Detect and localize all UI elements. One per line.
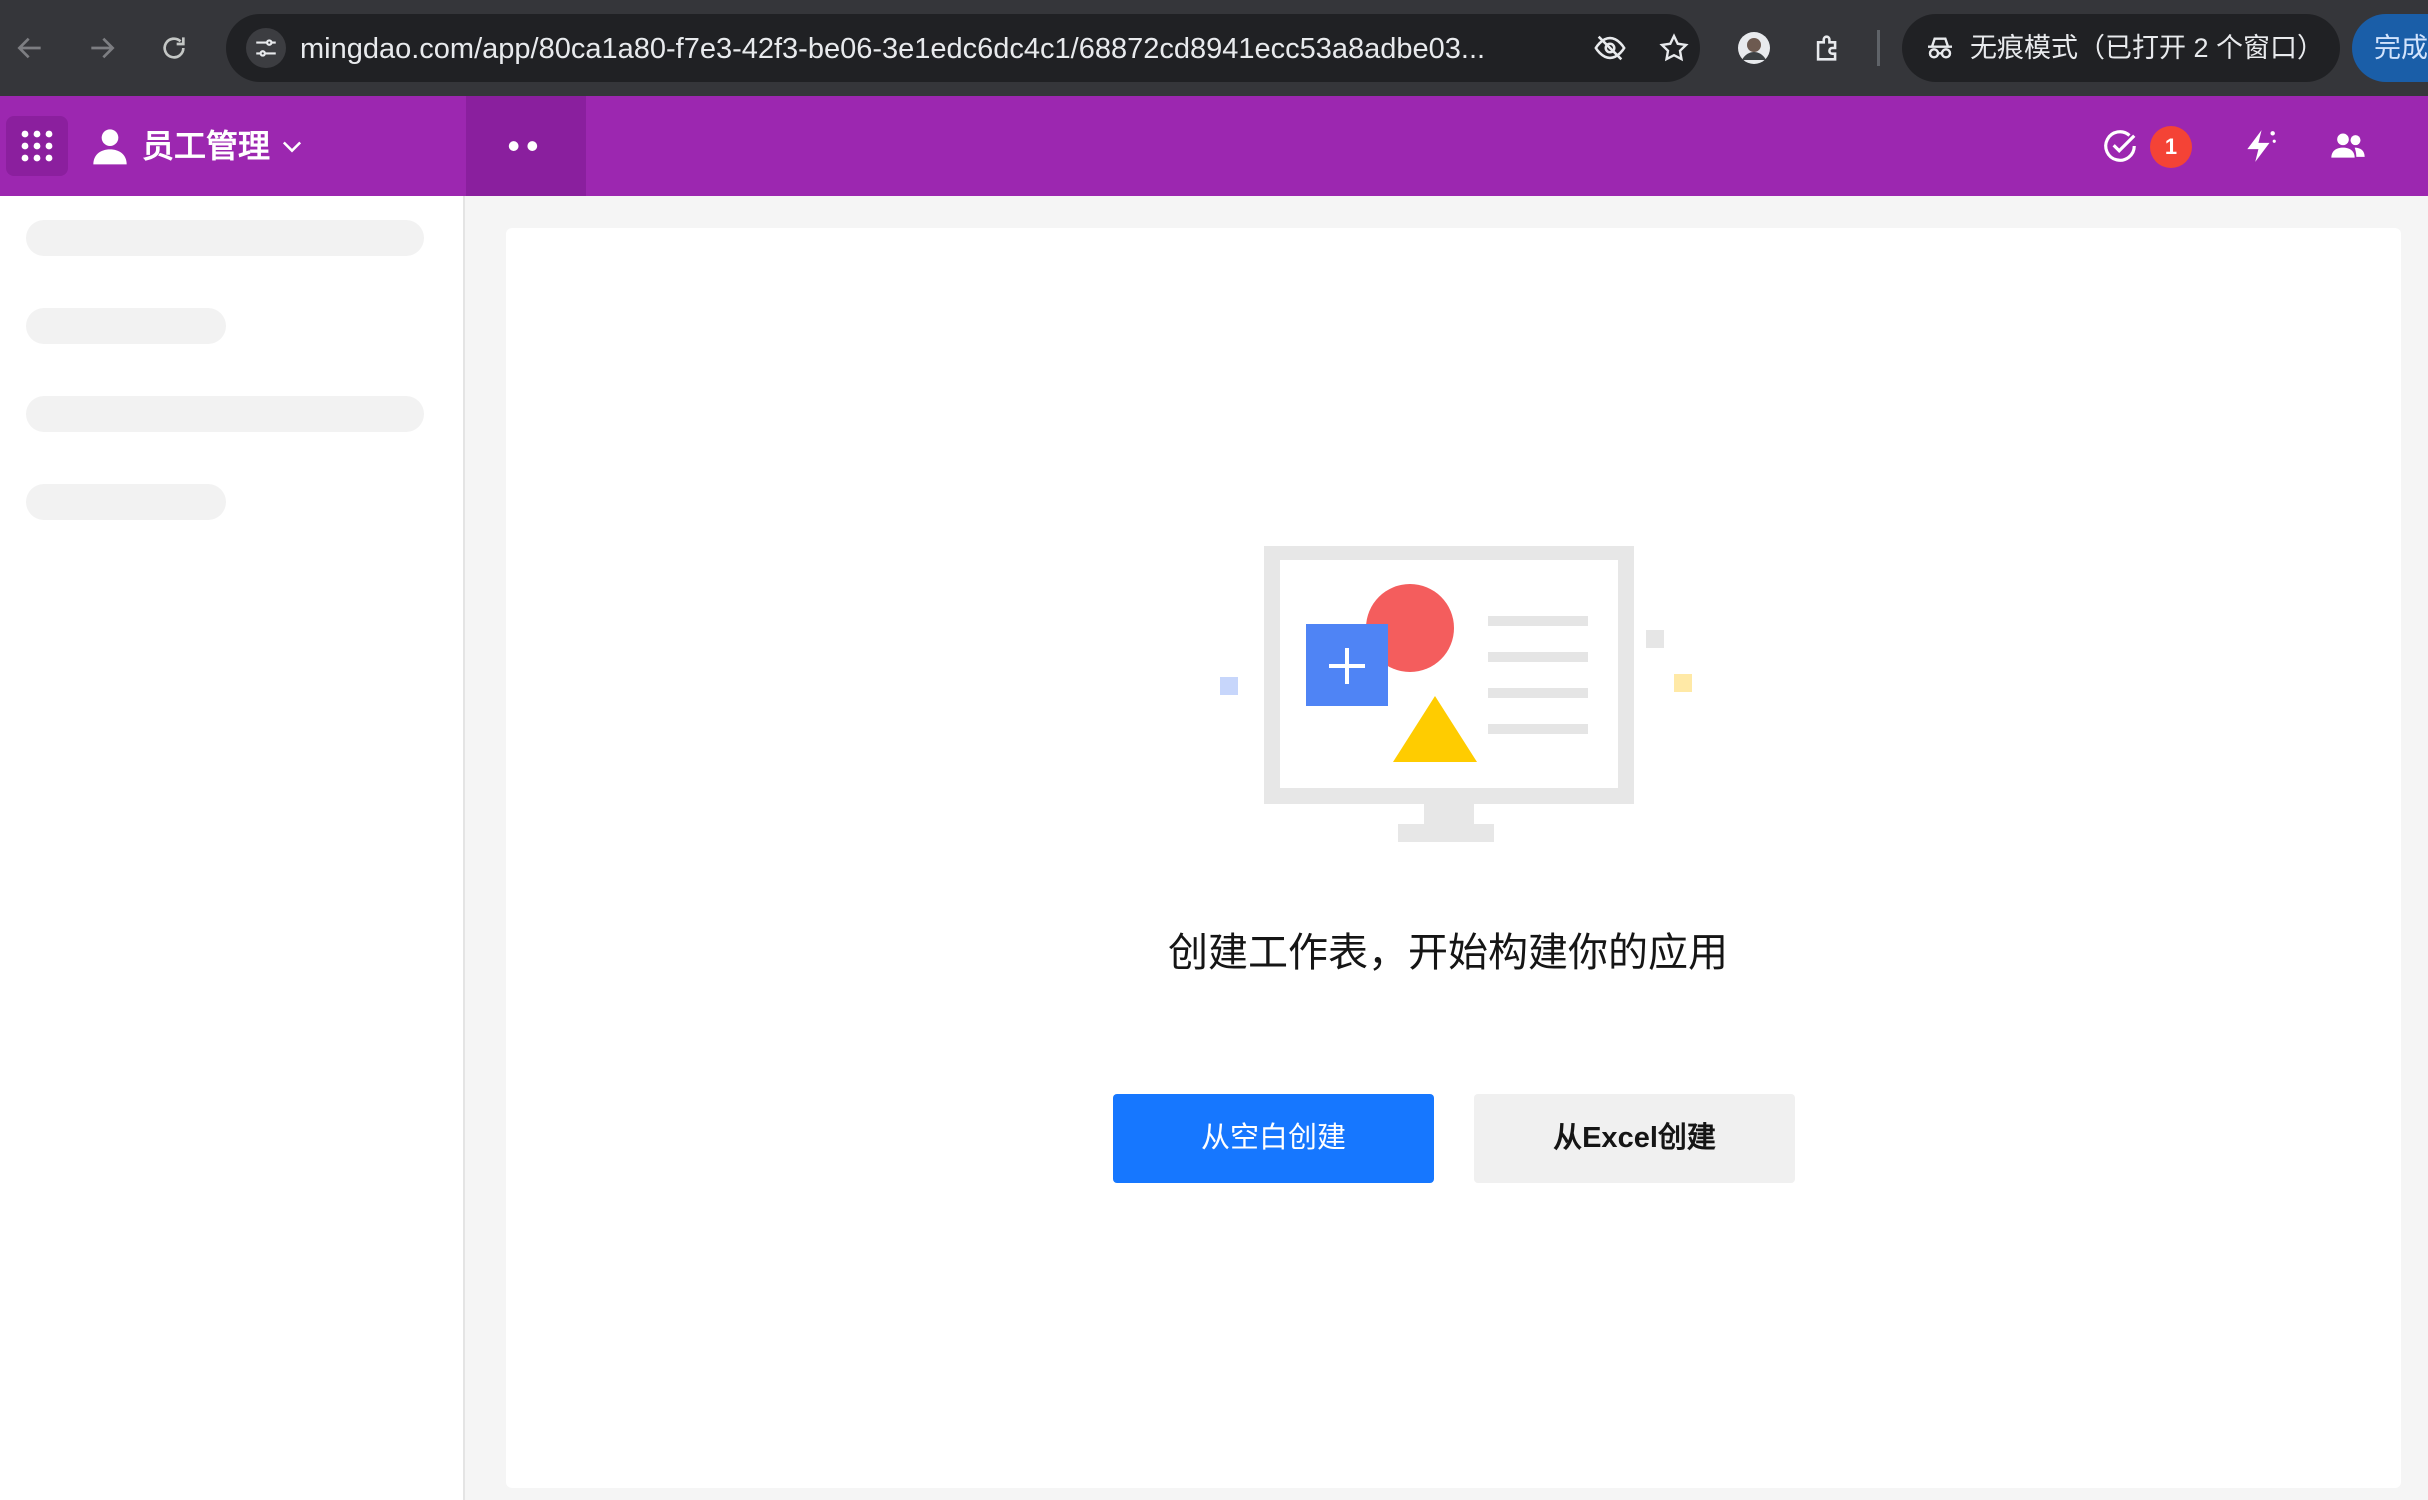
- toolbar-divider: [1877, 30, 1880, 66]
- apps-grid-icon: [21, 130, 53, 162]
- incognito-icon: [1922, 30, 1958, 66]
- skeleton-line: [26, 396, 424, 432]
- monitor-stand: [1398, 824, 1494, 842]
- chevron-down-icon[interactable]: [278, 132, 306, 160]
- apps-grid-button[interactable]: [6, 116, 68, 176]
- sidebar: [0, 196, 465, 1500]
- text-line: [1488, 688, 1588, 698]
- check-circle-icon[interactable]: [2096, 122, 2144, 170]
- deco-square: [1646, 630, 1664, 648]
- finish-label: 完成: [2374, 33, 2428, 63]
- back-arrow-icon[interactable]: [6, 24, 54, 72]
- text-line: [1488, 616, 1588, 626]
- address-bar[interactable]: mingdao.com/app/80ca1a80-f7e3-42f3-be06-…: [226, 14, 1700, 82]
- app-header: 员工管理 •• 1: [0, 96, 2428, 196]
- nav-dots: ••: [507, 125, 545, 166]
- star-icon[interactable]: [1654, 28, 1694, 68]
- url-text[interactable]: mingdao.com/app/80ca1a80-f7e3-42f3-be06-…: [300, 32, 1610, 66]
- forward-arrow-icon[interactable]: [78, 24, 126, 72]
- finish-button[interactable]: 完成: [2352, 14, 2428, 82]
- browser-toolbar: mingdao.com/app/80ca1a80-f7e3-42f3-be06-…: [0, 0, 2428, 96]
- main-content-card: [506, 228, 2401, 1488]
- eye-off-icon[interactable]: [1590, 28, 1630, 68]
- incognito-indicator[interactable]: 无痕模式（已打开 2 个窗口）: [1902, 14, 2340, 82]
- empty-state-message: 创建工作表，开始构建你的应用: [1168, 931, 1728, 975]
- deco-square: [1220, 677, 1238, 695]
- group-icon[interactable]: [2324, 122, 2372, 170]
- skeleton-line: [26, 308, 226, 344]
- skeleton-line: [26, 484, 226, 520]
- profile-avatar-icon[interactable]: [1730, 24, 1778, 72]
- text-line: [1488, 652, 1588, 662]
- incognito-label: 无痕模式（已打开 2 个窗口）: [1970, 33, 2325, 63]
- monitor-neck: [1424, 804, 1474, 826]
- reload-icon[interactable]: [150, 24, 198, 72]
- nav-toggle[interactable]: ••: [466, 96, 586, 196]
- todo-badge: 1: [2150, 126, 2192, 168]
- lightning-icon[interactable]: [2236, 122, 2284, 170]
- app-title[interactable]: 员工管理: [142, 126, 270, 166]
- site-settings-icon[interactable]: [246, 28, 286, 68]
- create-from-excel-button[interactable]: 从Excel创建: [1474, 1094, 1795, 1183]
- deco-square: [1674, 674, 1692, 692]
- text-line: [1488, 724, 1588, 734]
- create-blank-button[interactable]: 从空白创建: [1113, 1094, 1434, 1183]
- person-icon: [86, 122, 134, 170]
- empty-state-illustration: [1220, 546, 1692, 842]
- skeleton-line: [26, 220, 424, 256]
- extensions-icon[interactable]: [1804, 24, 1852, 72]
